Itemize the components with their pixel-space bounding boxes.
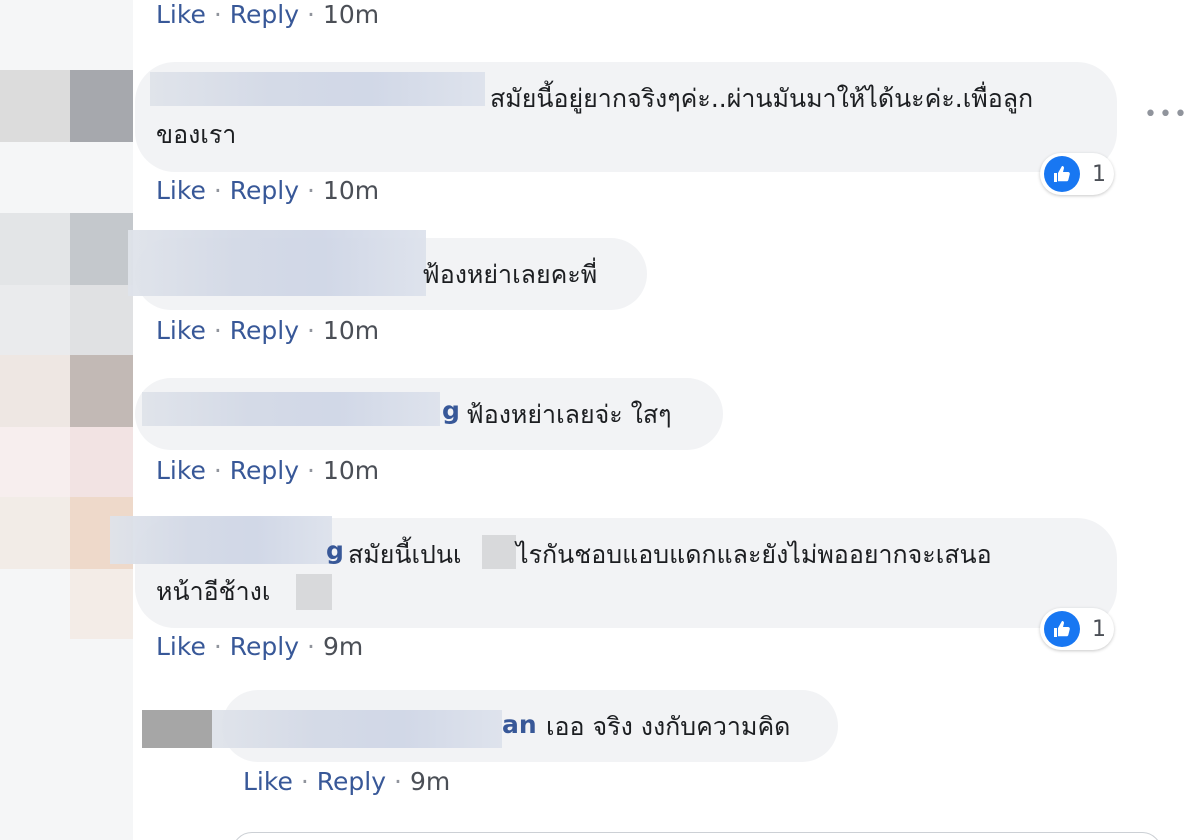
separator: · xyxy=(213,176,222,205)
reaction-count[interactable]: 1 xyxy=(1040,153,1114,195)
comment-text: เออ จริง งงกับความคิด xyxy=(546,712,791,741)
separator: · xyxy=(307,176,315,205)
comment-actions: Like · Reply · 10m xyxy=(156,176,379,205)
avatar[interactable] xyxy=(70,355,133,427)
comment-actions: Like · Reply · 10m xyxy=(156,456,379,485)
comment-time[interactable]: 9m xyxy=(410,767,450,796)
separator: · xyxy=(307,0,315,29)
avatar-column xyxy=(0,0,133,840)
avatar xyxy=(0,427,70,497)
reply-link[interactable]: Reply xyxy=(230,316,299,345)
separator: · xyxy=(300,767,309,796)
like-link[interactable]: Like xyxy=(156,176,206,205)
separator: · xyxy=(213,456,222,485)
commenter-name-tail[interactable]: an xyxy=(502,710,537,739)
commenter-name[interactable] xyxy=(150,72,485,106)
separator: · xyxy=(307,456,315,485)
reaction-count-value: 1 xyxy=(1092,616,1106,642)
reply-link[interactable]: Reply xyxy=(230,456,299,485)
commenter-name[interactable] xyxy=(110,516,332,564)
reply-input[interactable] xyxy=(232,832,1162,840)
like-link[interactable]: Like xyxy=(156,0,206,29)
comment-time[interactable]: 10m xyxy=(323,176,379,205)
commenter-name[interactable] xyxy=(142,392,440,426)
thumbs-up-icon xyxy=(1044,156,1080,192)
like-link[interactable]: Like xyxy=(156,456,206,485)
comment-time[interactable]: 10m xyxy=(323,0,379,29)
comment-actions: Like · Reply · 9m xyxy=(243,767,450,796)
commenter-name-tail[interactable]: g xyxy=(326,536,344,565)
reaction-count-value: 1 xyxy=(1092,161,1106,187)
avatar[interactable] xyxy=(0,213,70,285)
avatar xyxy=(70,285,133,355)
thumbs-up-icon xyxy=(1044,611,1080,647)
reply-link[interactable]: Reply xyxy=(230,632,299,661)
separator: · xyxy=(213,632,222,661)
like-link[interactable]: Like xyxy=(156,316,206,345)
comment-text: ฟ้องหย่าเลยจ่ะ ใสๆ xyxy=(466,400,672,429)
comment-text: หน้าอีช้างเ xyxy=(156,577,271,606)
redacted-text xyxy=(482,535,516,569)
avatar[interactable] xyxy=(0,70,70,142)
comment-text: ของเรา xyxy=(156,120,237,149)
avatar xyxy=(0,285,70,355)
comment-text: สมัยนี้เปนเ xyxy=(348,540,462,569)
avatar[interactable] xyxy=(142,710,212,748)
commenter-name[interactable] xyxy=(128,230,426,296)
comment-actions: Like · Reply · 10m xyxy=(156,316,379,345)
avatar[interactable] xyxy=(70,213,133,285)
comment-text: สมัยนี้อยู่ยากจริงๆค่ะ..ผ่านมันมาให้ได้น… xyxy=(490,84,1034,113)
avatar[interactable] xyxy=(0,355,70,427)
separator: · xyxy=(307,316,315,345)
comment-thread: Like · Reply · 10m สมัยนี้อยู่ยากจริงๆค่ะ..ผ… xyxy=(0,0,1200,840)
separator: · xyxy=(213,316,222,345)
comment-text: ไรกันชอบแอบแดกและยังไม่พออยากจะเสนอ xyxy=(516,540,992,569)
reply-link[interactable]: Reply xyxy=(230,176,299,205)
commenter-name-tail[interactable]: g xyxy=(442,396,460,425)
redacted-text xyxy=(296,574,332,610)
like-link[interactable]: Like xyxy=(243,767,293,796)
separator: · xyxy=(213,0,222,29)
reply-link[interactable]: Reply xyxy=(230,0,299,29)
more-options-icon[interactable]: ••• xyxy=(1144,102,1189,127)
separator: · xyxy=(394,767,402,796)
avatar[interactable] xyxy=(70,70,133,142)
reaction-count[interactable]: 1 xyxy=(1040,608,1114,650)
avatar xyxy=(70,427,133,497)
avatar[interactable] xyxy=(0,497,70,569)
comment-actions: Like · Reply · 9m xyxy=(156,632,363,661)
comment-time[interactable]: 10m xyxy=(323,316,379,345)
comment-actions: Like · Reply · 10m xyxy=(156,0,379,29)
reply-link[interactable]: Reply xyxy=(317,767,386,796)
avatar xyxy=(70,569,133,639)
comment-text: ฟ้องหย่าเลยคะพี่ xyxy=(422,260,598,289)
comment-time[interactable]: 10m xyxy=(323,456,379,485)
commenter-name[interactable] xyxy=(212,710,502,748)
comment-time[interactable]: 9m xyxy=(323,632,363,661)
like-link[interactable]: Like xyxy=(156,632,206,661)
separator: · xyxy=(307,632,315,661)
